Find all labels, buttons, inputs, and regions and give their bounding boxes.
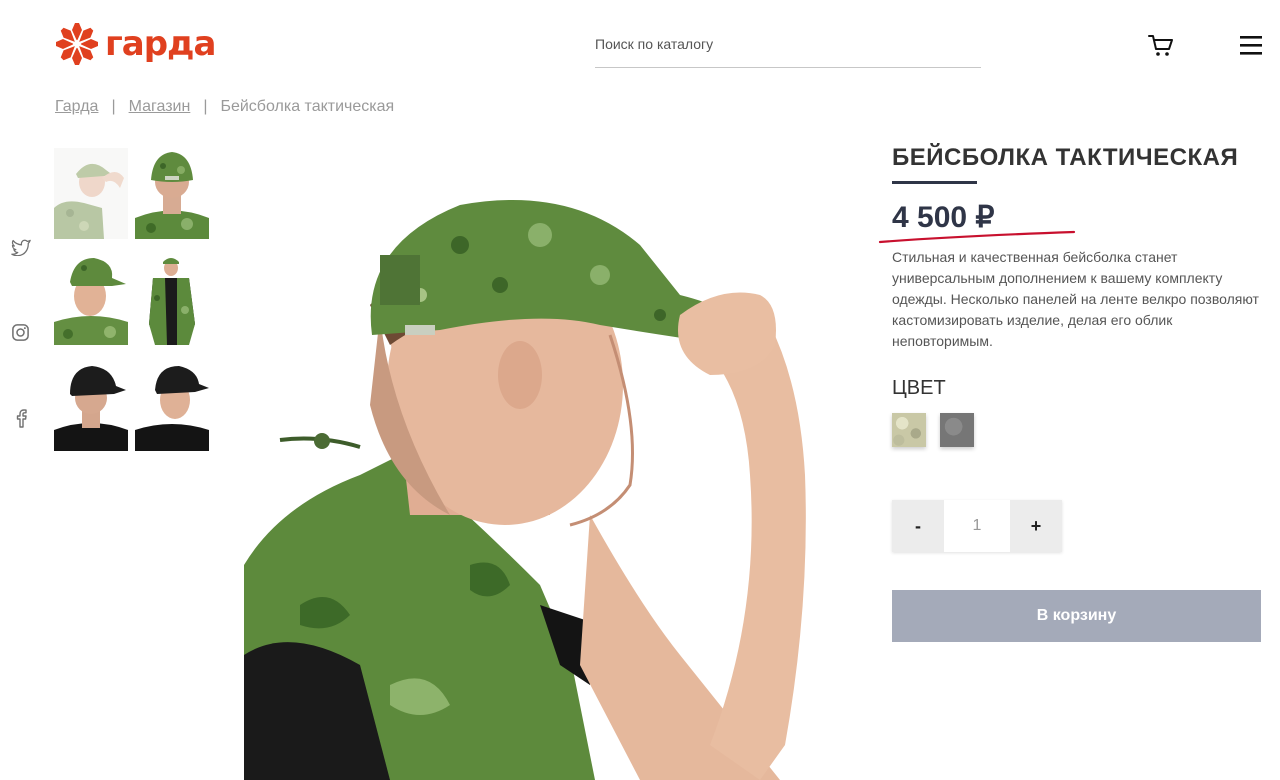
thumbnail-cap-side-vest-camo[interactable]	[54, 148, 128, 239]
twitter-link[interactable]	[11, 238, 31, 256]
breadcrumb-separator: |	[111, 98, 116, 115]
breadcrumb-link-home[interactable]: Гарда	[55, 98, 98, 116]
color-swatches	[892, 413, 974, 447]
quantity-stepper: - +	[892, 500, 1062, 552]
color-swatch-gray[interactable]	[940, 413, 974, 447]
product-description: Стильная и качественная бейсболка станет…	[892, 249, 1259, 349]
search-field[interactable]	[595, 30, 981, 68]
add-to-cart-button[interactable]: В корзину	[892, 590, 1261, 642]
color-label: ЦВЕТ	[892, 377, 946, 399]
title-underline	[892, 181, 977, 184]
search-input[interactable]	[595, 30, 981, 58]
breadcrumb: Гарда | Магазин | Бейсболка тактическая	[55, 98, 394, 116]
breadcrumb-link-shop[interactable]: Магазин	[129, 98, 191, 116]
thumbnail-cap-back-black[interactable]	[54, 360, 128, 451]
product-title: БЕЙСБОЛКА ТАКТИЧЕСКАЯ	[892, 144, 1239, 171]
cart-icon	[1148, 35, 1173, 56]
logo-star-icon	[56, 23, 98, 65]
breadcrumb-current: Бейсболка тактическая	[220, 98, 395, 115]
thumbnail-cap-front-camo[interactable]	[54, 254, 128, 345]
color-swatch-camo[interactable]	[892, 413, 926, 447]
logo-text: гарда	[105, 24, 216, 64]
facebook-link[interactable]	[15, 408, 27, 428]
instagram-link[interactable]	[11, 323, 30, 342]
quantity-increase-button[interactable]: +	[1010, 500, 1062, 552]
quantity-decrease-button[interactable]: -	[892, 500, 944, 552]
instagram-icon	[12, 324, 29, 341]
main-product-image[interactable]	[240, 185, 820, 780]
breadcrumb-separator: |	[203, 98, 208, 115]
thumbnail-cap-side-black[interactable]	[135, 360, 209, 451]
facebook-icon	[16, 409, 27, 428]
quantity-input[interactable]	[944, 500, 1010, 552]
price-underline-mark	[878, 230, 1076, 244]
thumbnail-gallery	[54, 148, 209, 451]
thumbnail-full-body-vest-camo[interactable]	[135, 254, 209, 345]
cart-button[interactable]	[1147, 31, 1175, 59]
twitter-icon	[11, 239, 31, 256]
thumbnail-cap-back-camo[interactable]	[135, 148, 209, 239]
menu-button[interactable]	[1238, 33, 1264, 57]
logo[interactable]: гарда	[55, 22, 216, 66]
hamburger-menu-icon	[1240, 36, 1262, 55]
